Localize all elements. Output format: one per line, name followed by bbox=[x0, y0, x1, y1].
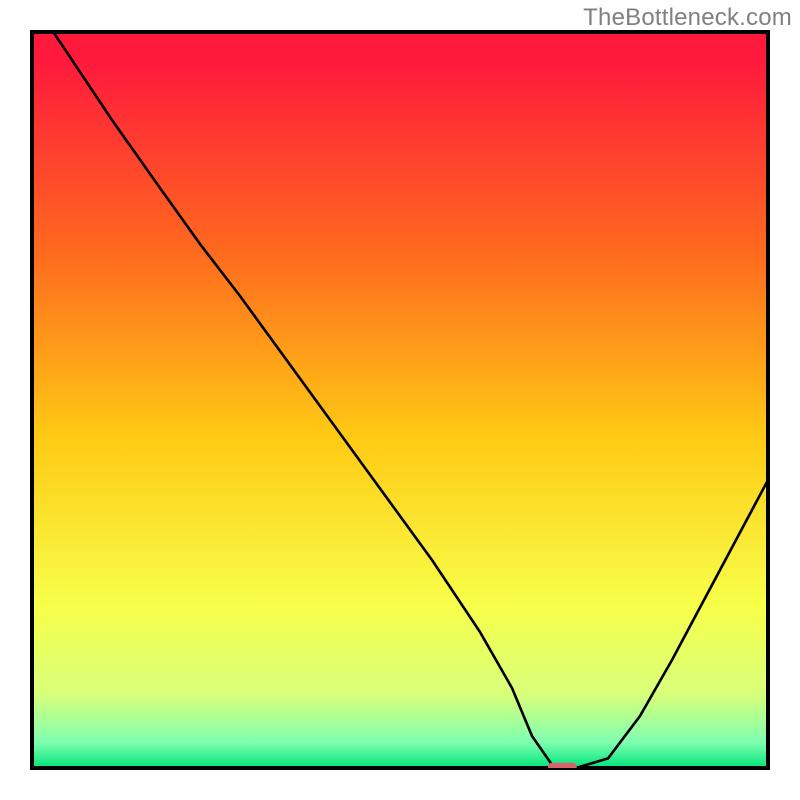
chart-background bbox=[32, 32, 768, 768]
watermark-text: TheBottleneck.com bbox=[583, 4, 792, 32]
chart-container: TheBottleneck.com bbox=[0, 0, 800, 800]
bottleneck-chart bbox=[0, 0, 800, 800]
